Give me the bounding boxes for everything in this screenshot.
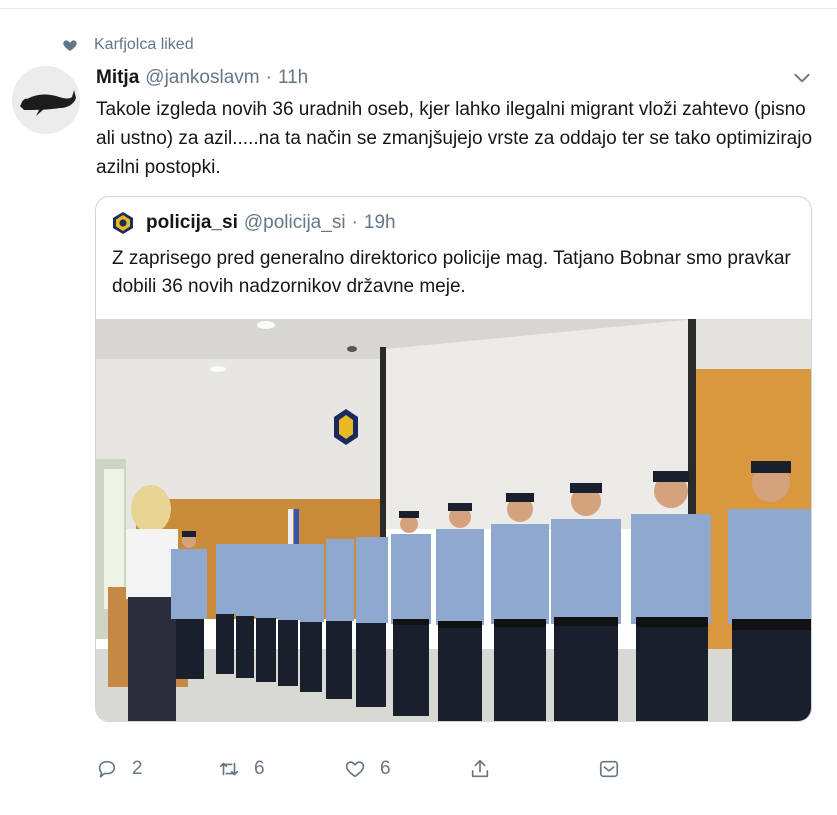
direct-message-button[interactable]: [598, 752, 634, 786]
tweet-header: Mitja @jankoslavm · 11h: [96, 64, 308, 92]
quoted-header: policija_si @policija_si · 19h: [112, 210, 396, 236]
retweet-button[interactable]: 6: [218, 752, 265, 786]
reply-count: 2: [132, 758, 143, 779]
like-count: 6: [380, 758, 391, 779]
reply-icon: [98, 760, 116, 778]
top-divider: [0, 8, 837, 9]
heart-icon: [63, 40, 77, 51]
police-badge-icon: [113, 212, 133, 234]
social-context-label[interactable]: Karfjolca liked: [94, 36, 194, 54]
avatar[interactable]: [12, 66, 80, 134]
retweet-count: 6: [254, 758, 265, 779]
like-button[interactable]: 6: [344, 752, 391, 786]
separator-dot: ·: [265, 67, 272, 88]
author-name[interactable]: Mitja: [96, 67, 139, 89]
like-icon: [345, 761, 365, 778]
quoted-separator-dot: ·: [351, 212, 358, 233]
tweet-text: Takole izgleda novih 36 uradnih oseb, kj…: [96, 99, 813, 178]
avatar-whale: [12, 66, 80, 134]
quoted-text: Z zaprisego pred generalno direktorico p…: [112, 248, 791, 297]
retweet-icon: [219, 762, 239, 776]
share-button[interactable]: [469, 752, 505, 786]
author-handle[interactable]: @jankoslavm: [145, 67, 259, 89]
quoted-author-handle[interactable]: @policija_si: [244, 212, 346, 234]
quoted-timestamp[interactable]: 19h: [364, 212, 396, 234]
quoted-photo[interactable]: [96, 319, 812, 722]
social-context: Karfjolca liked: [62, 34, 194, 56]
action-bar: 2 6 6: [0, 752, 837, 786]
reply-button[interactable]: 2: [96, 752, 143, 786]
quoted-tweet[interactable]: policija_si @policija_si · 19h Z zaprise…: [95, 196, 812, 722]
quoted-author-name[interactable]: policija_si: [146, 212, 238, 234]
chevron-down-icon[interactable]: [792, 68, 812, 88]
tweet-timestamp[interactable]: 11h: [278, 67, 308, 89]
dm-icon: [599, 760, 619, 778]
share-icon: [471, 759, 489, 778]
